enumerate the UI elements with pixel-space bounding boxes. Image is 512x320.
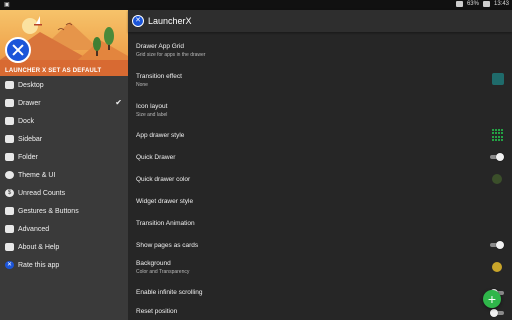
- setting-subtitle: Color and Transparency: [136, 269, 190, 275]
- nav-item-rate[interactable]: ✕ Rate this app: [0, 256, 128, 274]
- status-bar: ▣ 63% 13:43: [0, 0, 512, 10]
- battery-percent: 63%: [466, 1, 479, 7]
- nav-item-desktop[interactable]: Desktop: [0, 76, 128, 94]
- checkmark-icon: ✔: [115, 98, 122, 107]
- setting-title: Show pages as cards: [136, 242, 199, 249]
- nav-item-label: Sidebar: [18, 135, 43, 143]
- setting-subtitle: None: [136, 82, 148, 88]
- quick-drawer-color-swatch: [492, 174, 502, 184]
- nav-item-label: Gestures & Buttons: [18, 207, 79, 215]
- gesture-icon: [5, 207, 14, 215]
- desktop-icon: [5, 81, 14, 89]
- drawer-header-banner[interactable]: LAUNCHER X SET AS DEFAULT: [0, 10, 128, 76]
- navigation-drawer: LAUNCHER X SET AS DEFAULT Desktop Drawer…: [0, 10, 128, 320]
- setting-title: Reset position: [136, 308, 178, 315]
- notification-icon: ▣: [4, 2, 10, 8]
- help-icon: [5, 243, 14, 251]
- setting-title: Enable infinite scrolling: [136, 289, 203, 296]
- sidebar-icon: [5, 135, 14, 143]
- nav-item-folder[interactable]: Folder: [0, 148, 128, 166]
- setting-transition-effect[interactable]: Transition effect None: [128, 70, 512, 92]
- folder-icon: [5, 153, 14, 161]
- setting-subtitle: Size and label: [136, 112, 168, 118]
- setting-title: Transition Animation: [136, 220, 195, 227]
- setting-title: Quick Drawer: [136, 154, 176, 161]
- setting-title: Widget drawer style: [136, 198, 194, 205]
- nav-item-theme[interactable]: Theme & UI: [0, 166, 128, 184]
- launcherx-app-icon: ✕: [132, 15, 144, 27]
- quick-drawer-toggle[interactable]: [490, 153, 504, 161]
- nav-item-dock[interactable]: Dock: [0, 112, 128, 130]
- background-color-swatch: [492, 262, 502, 272]
- nav-item-drawer[interactable]: Drawer ✔: [0, 94, 128, 112]
- setting-title: Background: [136, 260, 171, 267]
- setting-title: Transition effect: [136, 73, 182, 80]
- setting-drawer-app-grid[interactable]: Drawer App Grid Grid size for apps in th…: [128, 38, 512, 60]
- advanced-icon: [5, 225, 14, 233]
- setting-quick-drawer[interactable]: Quick Drawer: [128, 148, 512, 166]
- nav-item-label: Theme & UI: [18, 171, 56, 179]
- nav-item-label: Desktop: [18, 81, 44, 89]
- setting-enable-infinite-scrolling[interactable]: Enable infinite scrolling: [128, 286, 512, 302]
- setting-subtitle: Grid size for apps in the drawer: [136, 52, 206, 58]
- setting-title: Drawer App Grid: [136, 43, 185, 50]
- setting-title: Quick drawer color: [136, 176, 191, 183]
- setting-transition-animation[interactable]: Transition Animation: [128, 214, 512, 232]
- app-bar: ✕ LauncherX: [128, 10, 512, 32]
- setting-widget-drawer-style[interactable]: Widget drawer style: [128, 192, 512, 210]
- palette-icon: [5, 171, 14, 179]
- page-title: LauncherX: [148, 16, 192, 26]
- add-fab-button[interactable]: +: [483, 290, 501, 308]
- nav-item-label: Advanced: [18, 225, 50, 233]
- setting-app-drawer-style[interactable]: App drawer style: [128, 126, 512, 144]
- nav-item-unread-counts[interactable]: $ Unread Counts: [0, 184, 128, 202]
- app-drawer-grid-icon: [492, 129, 504, 141]
- setting-quick-drawer-color[interactable]: Quick drawer color: [128, 170, 512, 188]
- settings-nav: Desktop Drawer ✔ Dock Sidebar Folder Them…: [0, 76, 128, 274]
- nav-item-about[interactable]: About & Help: [0, 238, 128, 256]
- transition-effect-preview-icon: [492, 73, 504, 85]
- setting-title: Icon layout: [136, 103, 168, 110]
- unread-counts-icon: $: [5, 189, 14, 197]
- nav-item-label: Drawer: [18, 99, 41, 107]
- launcherx-logo: [5, 37, 31, 63]
- battery-icon: [482, 1, 490, 7]
- nav-item-label: About & Help: [18, 243, 60, 251]
- nav-item-label: Unread Counts: [18, 189, 66, 197]
- default-launcher-caption: LAUNCHER X SET AS DEFAULT: [5, 68, 102, 74]
- clock: 13:43: [493, 1, 509, 7]
- nav-item-label: Dock: [18, 117, 34, 125]
- reset-position-toggle[interactable]: [490, 309, 504, 317]
- nav-item-advanced[interactable]: Advanced: [0, 220, 128, 238]
- setting-reset-position[interactable]: Reset position: [128, 306, 512, 320]
- drawer-icon: [5, 99, 14, 107]
- rate-icon: ✕: [5, 261, 14, 269]
- show-pages-as-cards-toggle[interactable]: [490, 241, 504, 249]
- setting-background[interactable]: Background Color and Transparency: [128, 256, 512, 280]
- nav-item-sidebar[interactable]: Sidebar: [0, 130, 128, 148]
- nav-item-gestures[interactable]: Gestures & Buttons: [0, 202, 128, 220]
- setting-icon-layout[interactable]: Icon layout Size and label: [128, 98, 512, 120]
- setting-title: App drawer style: [136, 132, 185, 139]
- settings-list: Drawer App Grid Grid size for apps in th…: [128, 32, 512, 320]
- wifi-icon: [455, 1, 463, 7]
- nav-item-label: Folder: [18, 153, 38, 161]
- dock-icon: [5, 117, 14, 125]
- nav-item-label: Rate this app: [18, 261, 60, 269]
- setting-show-pages-as-cards[interactable]: Show pages as cards: [128, 236, 512, 254]
